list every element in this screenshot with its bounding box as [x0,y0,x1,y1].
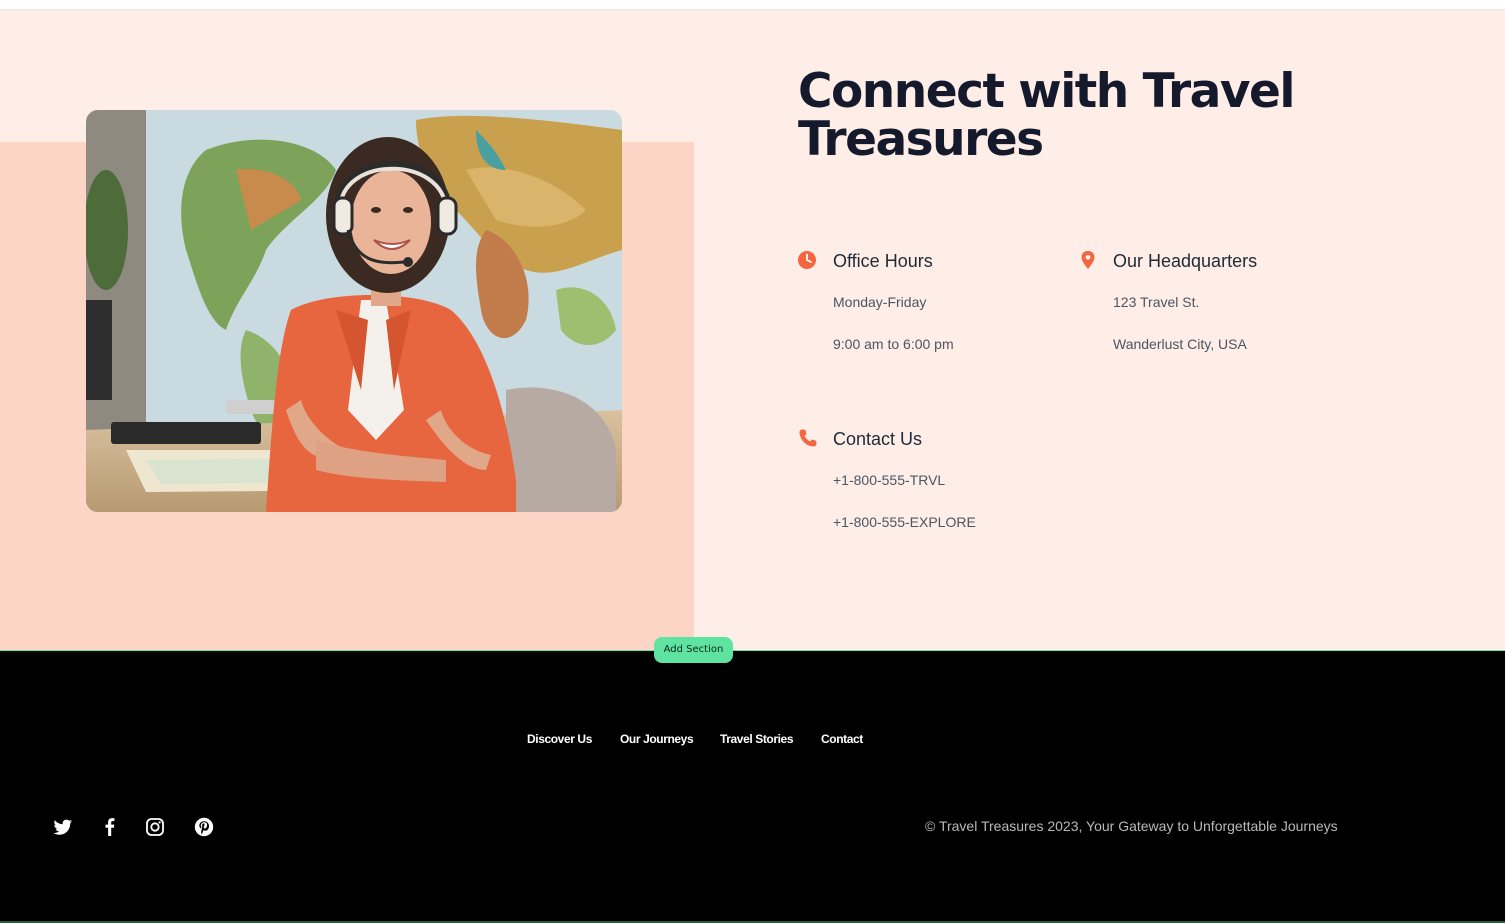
contact-section: Connect with Travel Treasures Office Hour… [0,10,1505,650]
office-hours-days: Monday-Friday [833,294,927,310]
footer-nav-travel-stories[interactable]: Travel Stories [720,732,794,746]
office-hours-time: 9:00 am to 6:00 pm [833,336,954,352]
footer-nav: Discover Us Our Journeys Travel Stories … [0,732,1505,752]
twitter-icon[interactable] [53,817,73,837]
office-hours-block: Office Hours Monday-Friday 9:00 am to 6:… [798,250,1058,360]
clock-icon [798,250,818,270]
copyright-text: © Travel Treasures 2023, Your Gateway to… [925,818,1338,834]
page-title: Connect with Travel Treasures [798,68,1398,164]
office-hours-title: Office Hours [833,251,933,271]
footer-nav-our-journeys[interactable]: Our Journeys [620,732,694,746]
headquarters-block: Our Headquarters 123 Travel St. Wanderlu… [1078,250,1338,360]
contact-phone-primary[interactable]: +1-800-555-TRVL [833,471,945,489]
instagram-icon[interactable] [145,817,165,837]
headquarters-city: Wanderlust City, USA [1113,336,1247,352]
pinterest-icon[interactable] [194,817,214,837]
contact-phone-secondary[interactable]: +1-800-555-EXPLORE [833,513,976,531]
page-title-line2: Treasures [798,112,1044,167]
footer-nav-discover-us[interactable]: Discover Us [527,732,592,746]
footer-nav-contact[interactable]: Contact [821,732,863,746]
top-bar [0,0,1505,10]
site-footer: Discover Us Our Journeys Travel Stories … [0,650,1505,923]
add-section-button[interactable]: Add Section [654,637,733,663]
page-title-line1: Connect with Travel [798,64,1296,119]
headquarters-street: 123 Travel St. [1113,294,1200,310]
contact-us-title: Contact Us [833,429,923,449]
contact-us-block: Contact Us +1-800-555-TRVL +1-800-555-EX… [798,428,1058,538]
headquarters-title: Our Headquarters [1113,251,1258,271]
phone-icon [798,428,818,448]
map-pin-icon [1078,250,1098,270]
facebook-icon[interactable] [100,817,120,837]
agent-photo [86,110,622,512]
